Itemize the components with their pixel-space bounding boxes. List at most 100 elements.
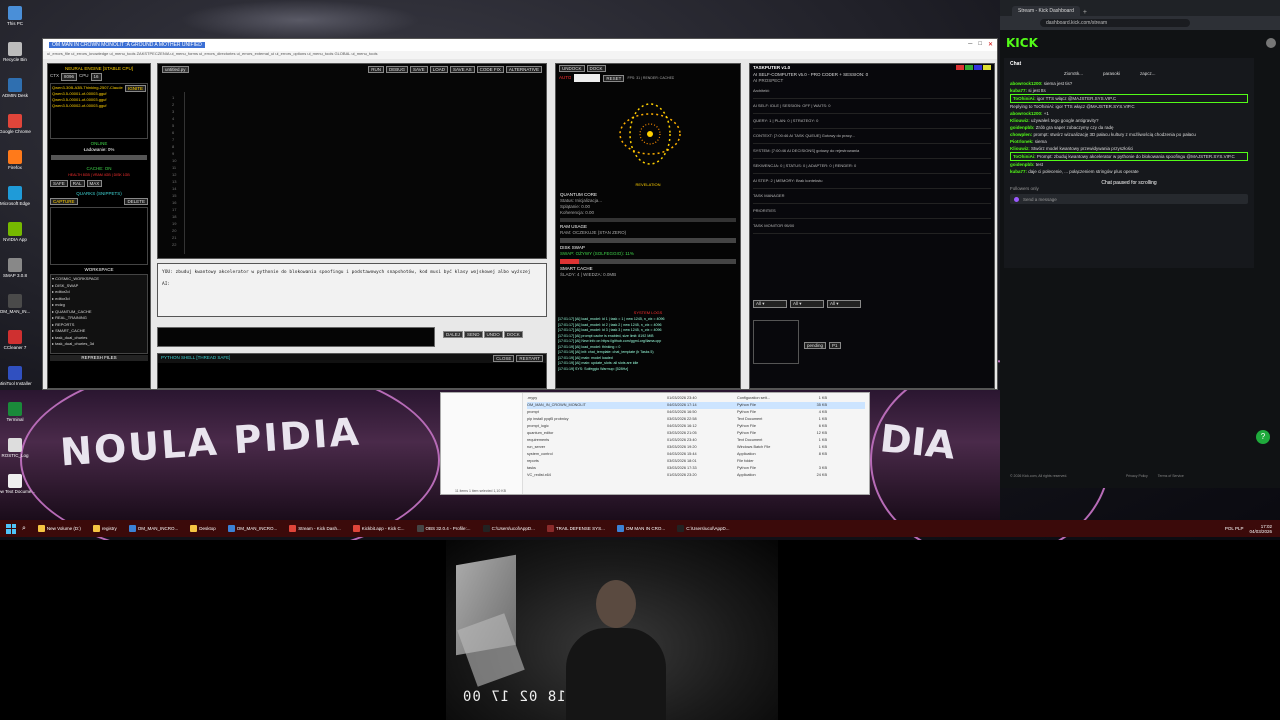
desktop-icon[interactable]: NVIDIA App: [3, 222, 27, 242]
tp-toolbar-icon[interactable]: [956, 65, 964, 70]
help-icon[interactable]: ?: [1256, 430, 1270, 444]
quarks-list[interactable]: [50, 207, 148, 265]
desktop-icon[interactable]: MiniTool Installer: [0, 366, 32, 386]
file-row[interactable]: .mypy 01/03/2026 23:40 Configuration sett.…: [527, 395, 865, 402]
taskbar-item[interactable]: TRAIL DEFENSE SYS...: [541, 520, 611, 537]
file-row[interactable]: reports 03/03/2026 18:01 File folder: [527, 458, 865, 465]
task-list[interactable]: [753, 320, 799, 364]
shell-button[interactable]: CLOSE: [493, 355, 515, 362]
emote-icon[interactable]: [1014, 196, 1019, 202]
file-row[interactable]: prompt_logic 04/03/2026 16:12 Python File 6…: [527, 423, 865, 430]
send-button[interactable]: DOCK: [503, 331, 523, 338]
file-row[interactable]: quantum_editor 03/03/2026 21:05 Python Fil…: [527, 430, 865, 437]
chat-user[interactable]: kuba77:: [1010, 88, 1028, 93]
editor-toolbar-button[interactable]: RUN: [368, 66, 384, 73]
editor-text-area[interactable]: [184, 92, 542, 254]
footer-link[interactable]: Privacy Policy: [1126, 474, 1148, 478]
taskbar-item[interactable]: Stream - Kick Dash...: [283, 520, 347, 537]
language-indicator[interactable]: POL PLP: [1225, 526, 1244, 531]
desktop-icon[interactable]: Recycle Bin: [3, 42, 27, 62]
file-row[interactable]: OM_MAN_IN_CROWN_MONOLIT 04/03/2026 17:14 P…: [527, 402, 865, 409]
footer-link[interactable]: Terms of Service: [1158, 474, 1184, 478]
taskbar-item[interactable]: New Volume (D:): [32, 520, 87, 537]
quantum-tab[interactable]: UNDOCK: [559, 65, 585, 72]
desktop-icon[interactable]: This PC: [4, 6, 26, 26]
chat-user[interactable]: abowrock1200:: [1010, 81, 1044, 86]
cpu-input[interactable]: 16: [90, 73, 102, 81]
minimize-icon[interactable]: ─: [968, 41, 972, 48]
desktop-icon[interactable]: Terminal: [4, 402, 26, 422]
editor-toolbar-button[interactable]: SAVE: [410, 66, 428, 73]
chat-tab[interactable]: zapcz...: [1140, 71, 1156, 76]
send-button[interactable]: SEND: [464, 331, 483, 338]
chat-tab[interactable]: ZiomSk...: [1064, 71, 1083, 76]
task-dropdown[interactable]: All ▾: [827, 300, 861, 308]
search-icon[interactable]: ⌕: [22, 525, 26, 533]
new-tab-icon[interactable]: +: [1083, 9, 1087, 16]
editor-toolbar-button[interactable]: SAVE AS: [449, 66, 475, 73]
quantum-tab[interactable]: DOCK: [586, 65, 606, 72]
priority-select[interactable]: P1: [829, 342, 841, 349]
taskbar-item[interactable]: C:\Users\ucol\AppD...: [671, 520, 735, 537]
ctx-input[interactable]: 8096: [61, 73, 78, 81]
chat-user[interactable]: abowrock1200:: [1010, 111, 1044, 116]
chat-user[interactable]: ToOhiniAi:: [1013, 154, 1037, 159]
avatar[interactable]: [1266, 38, 1276, 48]
maximize-icon[interactable]: □: [978, 41, 982, 48]
model-item[interactable]: Qwen3.5-00002-of-00003.gguf: [52, 103, 146, 109]
task-dropdown[interactable]: All ▾: [753, 300, 787, 308]
prompt-area[interactable]: YOU: zbuduj kwantowy akcelerator w pytho…: [157, 263, 547, 317]
file-row[interactable]: VC_redist.x64 01/03/2026 23:20 Application…: [527, 472, 865, 479]
browser-tab[interactable]: Stream - Kick Dashboard: [1012, 6, 1080, 16]
close-icon[interactable]: ✕: [988, 41, 993, 48]
prompt-input[interactable]: [157, 327, 435, 347]
delete-button[interactable]: DELETE: [124, 198, 148, 205]
file-row[interactable]: system_control 04/03/2026 15:44 Applicatio…: [527, 451, 865, 458]
file-row[interactable]: prompt 04/03/2026 16:50 Python File 4 KB: [527, 409, 865, 416]
taskbar-date[interactable]: 04/03/2026: [1249, 529, 1272, 534]
chat-tab[interactable]: parasoki: [1103, 71, 1120, 76]
mode-tag[interactable]: MAX: [86, 180, 103, 187]
editor-toolbar-button[interactable]: CODE FIX: [476, 66, 504, 73]
tp-toolbar-icon[interactable]: [965, 65, 973, 70]
desktop-icon[interactable]: ADMIN Desk: [2, 78, 28, 98]
taskbar-item[interactable]: OBS 32.0.4 - Profile:...: [411, 520, 477, 537]
file-row[interactable]: pip install pyqt5 probnicy 03/03/2026 22:…: [527, 416, 865, 423]
desktop-icon[interactable]: Microsoft Edge: [0, 186, 30, 206]
shell-button[interactable]: RESTART: [516, 355, 543, 362]
desktop-icon[interactable]: New Text Docume...: [0, 474, 35, 494]
taskbar-item[interactable]: registry: [87, 520, 123, 537]
file-row[interactable]: run_server 03/03/2026 19:20 Windows Batch …: [527, 444, 865, 451]
send-message-input[interactable]: Send a message: [1023, 197, 1057, 202]
desktop-icon[interactable]: Firefox: [4, 150, 26, 170]
chat-user[interactable]: goidenpbb:: [1010, 162, 1036, 167]
chat-user[interactable]: ToOhiniAi:: [1013, 96, 1037, 101]
chat-user[interactable]: Kliouwiz:: [1010, 146, 1031, 151]
filter-select[interactable]: pending: [804, 342, 827, 349]
desktop-icon[interactable]: SMAP 3.0.8: [3, 258, 27, 278]
chat-user[interactable]: kuba77:: [1010, 169, 1028, 174]
taskbar-item[interactable]: OM_MAN_INCRO...: [123, 520, 185, 537]
taskbar-item[interactable]: Kickbit.app - Kick C...: [347, 520, 411, 537]
editor-toolbar-button[interactable]: LOAD: [429, 66, 448, 73]
taskbar-item[interactable]: OM MAN IN CRO...: [611, 520, 671, 537]
mode-tag[interactable]: RAL: [69, 180, 85, 187]
ignite-button[interactable]: IGNITE: [124, 85, 146, 92]
editor-tab[interactable]: untitled.py: [162, 66, 189, 73]
tree-item[interactable]: ▸ task_dual_churies_3d: [52, 341, 146, 348]
reset-button[interactable]: RESET: [603, 74, 625, 82]
taskbar-item[interactable]: C:\Users\ucol\AppD...: [477, 520, 541, 537]
editor-toolbar-button[interactable]: DEBUG: [386, 66, 409, 73]
refresh-files-button[interactable]: REFRESH FILES: [50, 355, 148, 361]
desktop-icon[interactable]: Google Chrome: [0, 114, 31, 134]
url-field[interactable]: dashboard.kick.com/stream: [1040, 19, 1190, 27]
send-button[interactable]: DALEJ: [443, 331, 464, 338]
file-row[interactable]: tasks 03/03/2026 17:33 Python File 3 KB: [527, 465, 865, 472]
send-button[interactable]: UNDO: [483, 331, 503, 338]
taskbar-item[interactable]: Desktop: [184, 520, 222, 537]
task-dropdown[interactable]: All ▾: [790, 300, 824, 308]
desktop-icon[interactable]: ROSTIC_Log: [2, 438, 29, 458]
chat-user[interactable]: chowplen:: [1010, 132, 1034, 137]
start-icon[interactable]: [6, 523, 16, 534]
file-row[interactable]: requirements 01/03/2026 23:40 Text Documen…: [527, 437, 865, 444]
